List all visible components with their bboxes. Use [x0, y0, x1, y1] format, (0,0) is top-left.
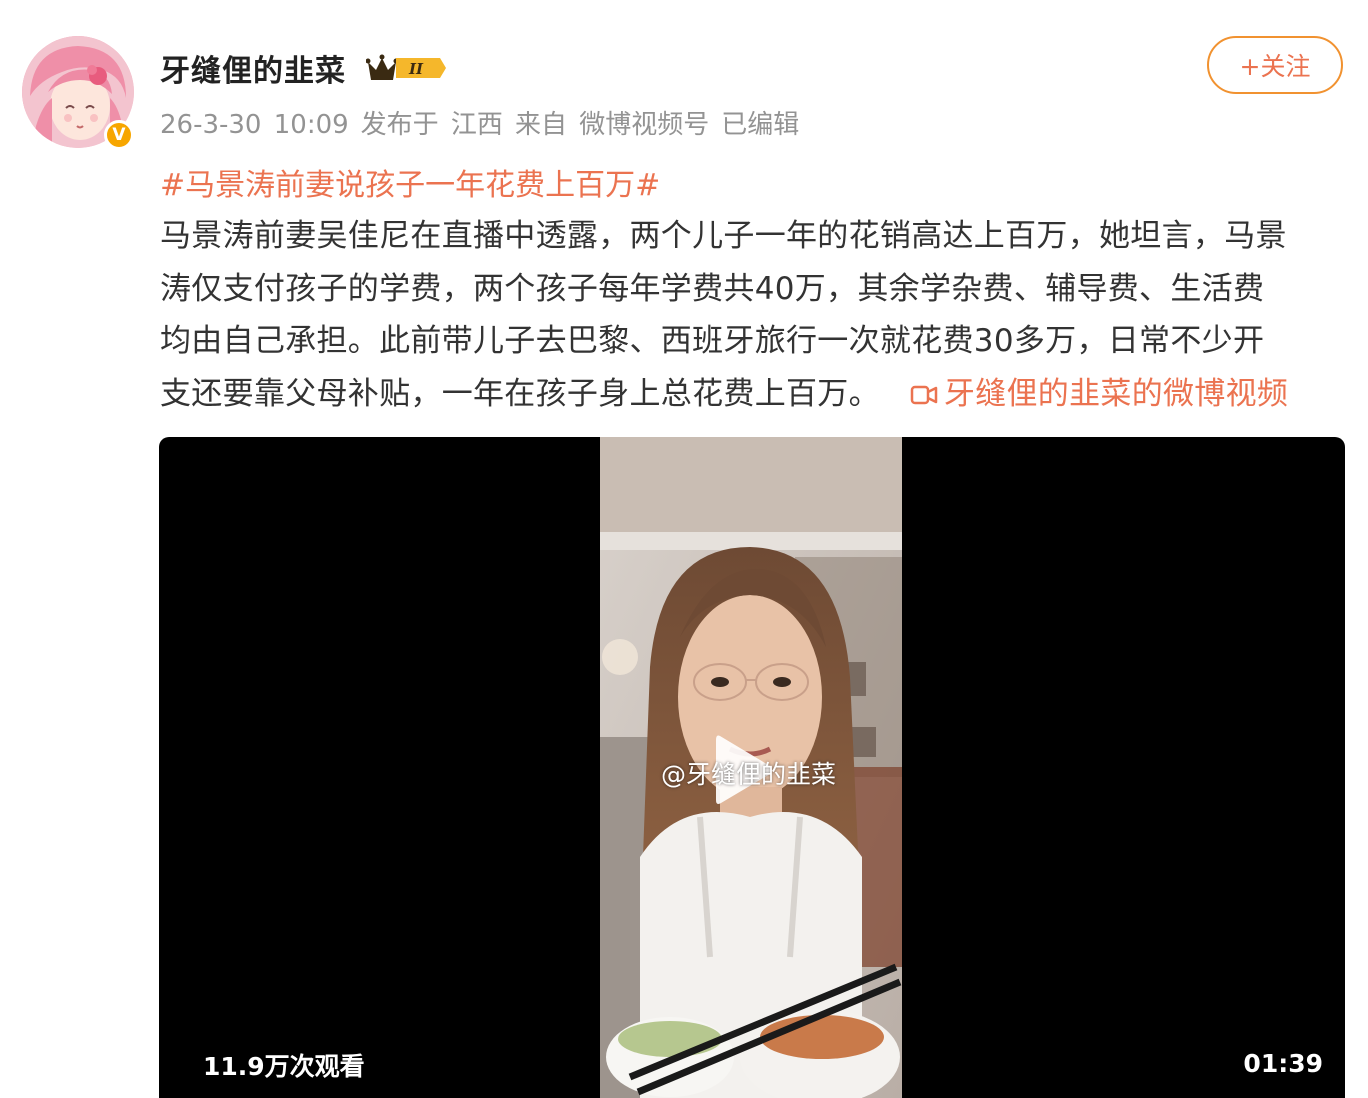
- post-source: 来自 微博视频号: [514, 110, 710, 140]
- edited-label[interactable]: 已编辑: [721, 110, 799, 140]
- post-text-line-content: 支还要靠父母补贴，一年在孩子身上总花费上百万。: [160, 375, 880, 412]
- verified-icon: V: [104, 120, 134, 150]
- post-meta: 26-3-30 10:09 发布于 江西 来自 微博视频号 已编辑: [160, 104, 811, 141]
- video-link-label: 牙缝俚的韭菜的微博视频: [943, 375, 1289, 412]
- vip-crown-icon[interactable]: II: [366, 52, 448, 84]
- post-text-line: 涛仅支付孩子的学费，两个孩子每年学费共40万，其余学杂费、辅导费、生活费: [160, 270, 1265, 307]
- video-watermark: @牙缝俚的韭菜: [661, 760, 837, 789]
- view-count: 11.9万次观看: [203, 1052, 365, 1081]
- post-text-line: 均由自己承担。此前带儿子去巴黎、西班牙旅行一次就花费30多万，日常不少开: [160, 323, 1265, 359]
- video-duration: 01:39: [1243, 1049, 1323, 1078]
- video-player[interactable]: @牙缝俚的韭菜 11.9万次观看 01:39: [159, 437, 1345, 1098]
- post-time[interactable]: 26-3-30 10:09: [160, 110, 349, 140]
- post-text-line: 马景涛前妻吴佳尼在直播中透露，两个儿子一年的花销高达上百万，她坦言，马景: [160, 218, 1287, 254]
- weibo-post: V 牙缝俚的韭菜 II 26-3-30 10:09 发布于 江西 来自 微博视频号已…: [0, 0, 1368, 1098]
- post-text-line: 支还要靠父母补贴，一年在孩子身上总花费上百万。 牙缝俚的韭菜的微博视频: [160, 368, 1350, 421]
- vip-level: II: [408, 60, 424, 78]
- video-link[interactable]: 牙缝俚的韭菜的微博视频: [910, 376, 1288, 412]
- post-location: 发布于 江西: [360, 110, 503, 140]
- video-link-icon: [910, 385, 938, 404]
- post-text: 马景涛前妻吴佳尼在直播中透露，两个儿子一年的花销高达上百万，她坦言，马景 涛仅支…: [160, 210, 1350, 420]
- username[interactable]: 牙缝俚的韭菜: [160, 46, 346, 90]
- follow-button[interactable]: +关注: [1207, 36, 1343, 94]
- topic-hashtag[interactable]: #马景涛前妻说孩子一年花费上百万#: [160, 160, 660, 204]
